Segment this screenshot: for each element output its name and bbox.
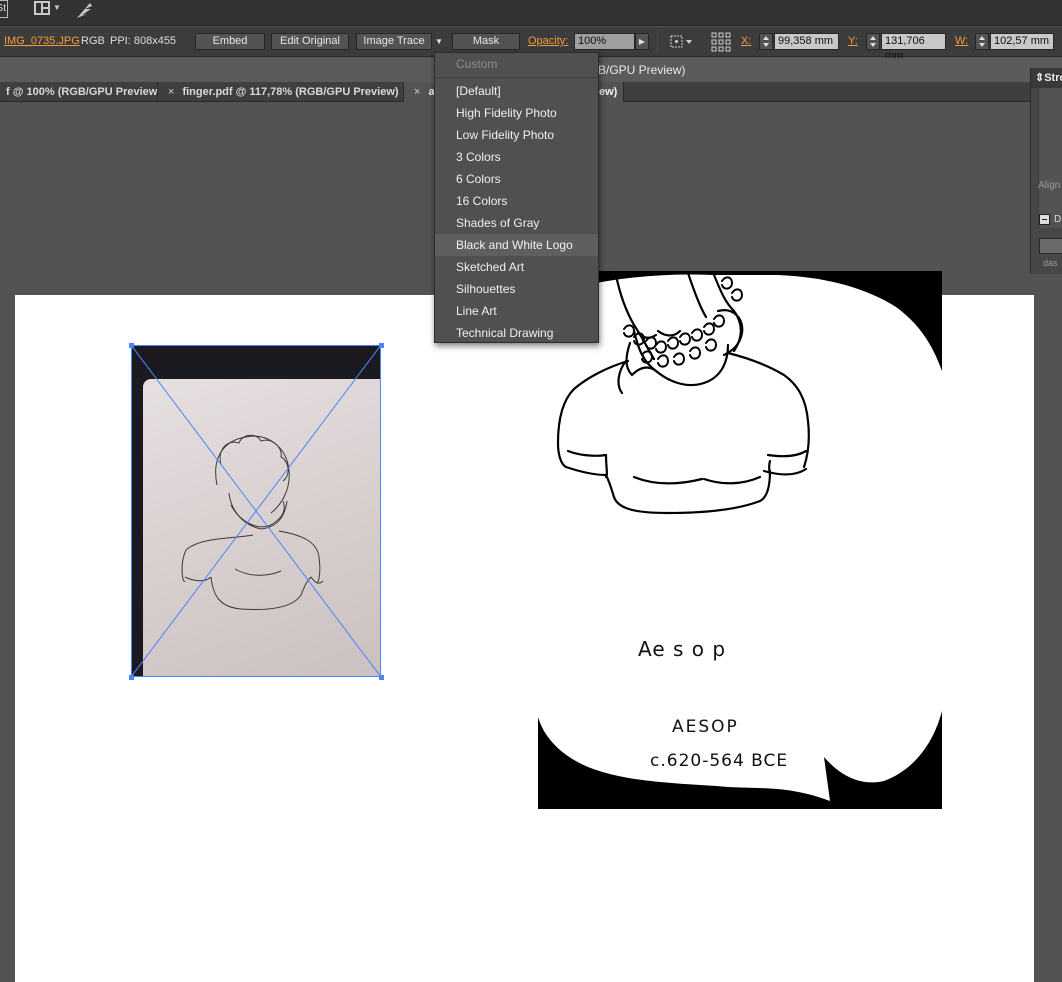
collapse-arrows-icon[interactable]: ⇕: [1035, 72, 1044, 84]
caps-name: AESOP: [672, 717, 739, 737]
transform-target-icon[interactable]: [668, 32, 692, 52]
menu-item-6-colors[interactable]: 6 Colors: [435, 168, 598, 190]
reference-point-icon[interactable]: [711, 32, 731, 52]
tab-label: finger.pdf @ 117,78% (RGB/GPU Preview): [182, 86, 399, 98]
placed-image[interactable]: [131, 345, 381, 677]
document-title: B/GPU Preview): [598, 63, 686, 77]
menu-separator: [435, 77, 598, 78]
menu-item-default[interactable]: [Default]: [435, 80, 598, 102]
w-field[interactable]: 102,57 mm: [990, 33, 1054, 50]
feather-icon[interactable]: [74, 0, 96, 20]
filename-link[interactable]: IMG_0735.JPG: [4, 35, 80, 47]
tab-document-1[interactable]: f @ 100% (RGB/GPU Preview): [0, 82, 158, 102]
menu-item-silhouettes[interactable]: Silhouettes: [435, 278, 598, 300]
selection-handle[interactable]: [379, 675, 384, 680]
opacity-field[interactable]: 100%: [574, 33, 635, 50]
illustrator-window: St ▼ IMG_0735.JPG RGB PPI: 808x455 Embed…: [0, 0, 1062, 982]
workspace-switcher[interactable]: ▼: [32, 0, 62, 18]
x-label[interactable]: X:: [741, 35, 751, 47]
stroke-panel: ⇕Stro Align D das: [1030, 68, 1062, 274]
app-bar: St ▼: [0, 0, 1062, 26]
chevron-down-icon: ▼: [53, 3, 61, 12]
menu-item-sketched-art[interactable]: Sketched Art: [435, 256, 598, 278]
menu-item-16-colors[interactable]: 16 Colors: [435, 190, 598, 212]
stroke-panel-body: [1038, 88, 1062, 228]
menu-item-line-art[interactable]: Line Art: [435, 300, 598, 322]
workspace-grid-icon: [34, 1, 50, 15]
image-trace-preset-menu: Custom [Default] High Fidelity Photo Low…: [434, 52, 599, 343]
bust-sketch-drawing: [131, 345, 381, 677]
handwritten-name: Ae s o p: [638, 637, 727, 661]
opacity-label[interactable]: Opacity:: [528, 35, 568, 47]
menu-item-shades-of-gray[interactable]: Shades of Gray: [435, 212, 598, 234]
dash-label: das: [1043, 258, 1058, 268]
app-logo: St: [0, 0, 8, 18]
close-icon[interactable]: ×: [414, 86, 420, 98]
opacity-arrow-icon[interactable]: ▶: [635, 33, 649, 50]
menu-item-low-fidelity-photo[interactable]: Low Fidelity Photo: [435, 124, 598, 146]
x-field[interactable]: 99,358 mm: [774, 33, 839, 50]
selection-handle[interactable]: [129, 675, 134, 680]
tab-label-suffix: ew): [599, 86, 618, 98]
image-trace-dropdown-icon[interactable]: ▼: [432, 33, 446, 50]
w-stepper[interactable]: [975, 33, 989, 50]
w-label[interactable]: W:: [955, 35, 968, 47]
embed-button[interactable]: Embed: [195, 33, 265, 50]
menu-item-technical-drawing[interactable]: Technical Drawing: [435, 322, 598, 344]
y-label[interactable]: Y:: [848, 35, 858, 47]
tab-label: f @ 100% (RGB/GPU Preview): [6, 86, 158, 98]
traced-artwork[interactable]: Ae s o p AESOP c.620-564 BCE: [538, 271, 942, 809]
menu-item-black-and-white-logo[interactable]: Black and White Logo: [435, 234, 598, 256]
dash-field[interactable]: [1039, 238, 1062, 254]
x-stepper[interactable]: [759, 33, 773, 50]
y-field[interactable]: 131,706 mm: [881, 33, 946, 62]
menu-item-high-fidelity-photo[interactable]: High Fidelity Photo: [435, 102, 598, 124]
tab-finger-pdf[interactable]: × finger.pdf @ 117,78% (RGB/GPU Preview): [158, 82, 404, 102]
selection-handle[interactable]: [129, 343, 134, 348]
close-icon[interactable]: ×: [168, 86, 174, 98]
dates-label: c.620-564 BCE: [650, 751, 789, 771]
dashed-line-checkbox[interactable]: [1039, 214, 1050, 225]
menu-item-3-colors[interactable]: 3 Colors: [435, 146, 598, 168]
traced-bust-drawing: [538, 271, 942, 809]
dashed-line-label: D: [1054, 214, 1062, 225]
ppi-label: PPI: 808x455: [110, 35, 177, 47]
stroke-panel-header[interactable]: ⇕Stro: [1031, 68, 1062, 88]
edit-original-button[interactable]: Edit Original: [271, 33, 349, 50]
image-trace-button[interactable]: Image Trace: [356, 33, 432, 50]
y-stepper[interactable]: [866, 33, 880, 50]
menu-item-custom: Custom: [456, 57, 498, 71]
toolbar-separator: [657, 31, 658, 53]
selection-handle[interactable]: [379, 343, 384, 348]
mask-button[interactable]: Mask: [452, 33, 520, 50]
align-stroke-label: Align: [1038, 180, 1061, 191]
color-mode-label: RGB: [81, 35, 105, 47]
